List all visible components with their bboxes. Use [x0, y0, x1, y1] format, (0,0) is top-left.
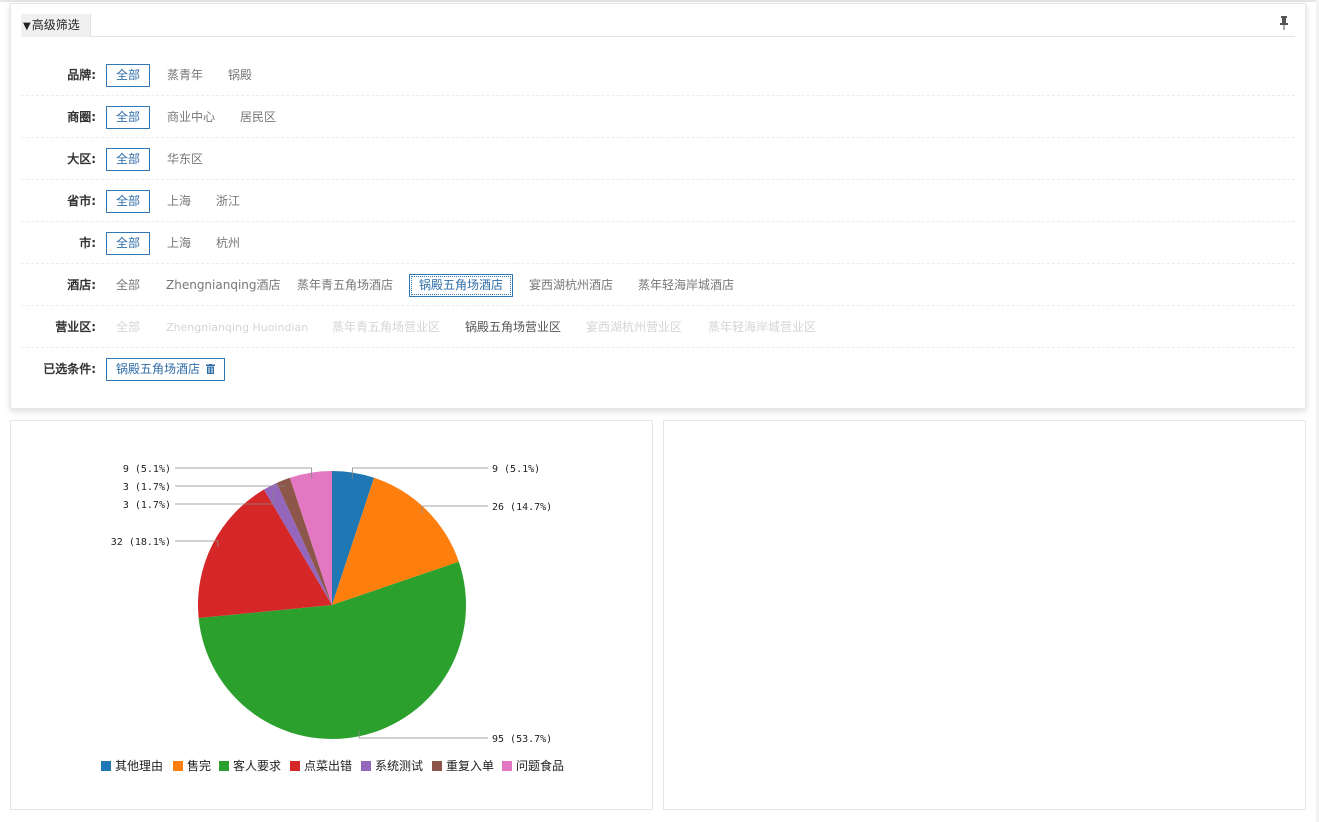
- legend-swatch: [173, 761, 183, 771]
- option[interactable]: 杭州: [206, 232, 250, 255]
- pie-chart: 9 (5.1%) 26 (14.7%) 95 (53.7%) 32 (18.1%) 3 …: [101, 464, 564, 773]
- legend-swatch: [432, 761, 442, 771]
- filter-toggle[interactable]: ▼高级筛选: [21, 14, 91, 37]
- legend-swatch: [290, 761, 300, 771]
- selected-condition-tag[interactable]: 锅殿五角场酒店: [106, 358, 226, 381]
- option[interactable]: 居民区: [230, 106, 286, 129]
- trash-icon[interactable]: [206, 364, 216, 374]
- legend-label: 重复入单: [446, 759, 494, 773]
- legend-item[interactable]: 系统测试: [361, 758, 423, 773]
- filter-row-province: 省市: 全部 上海 浙江: [21, 180, 1295, 222]
- label-leader-line: [175, 540, 219, 547]
- option-selected[interactable]: 锅殿五角场酒店: [409, 274, 514, 297]
- legend-item[interactable]: 售完: [173, 758, 211, 773]
- option: Zhengnianqing Huoindian: [166, 321, 309, 334]
- advanced-filter-panel: ▼高级筛选 品牌: 全部 蒸青年 锅殿 商圈: 全部 商业中心 居民区 大区: …: [10, 3, 1306, 409]
- option[interactable]: 上海: [157, 190, 201, 213]
- row-label: 商圈:: [67, 110, 96, 124]
- row-label: 品牌:: [67, 68, 96, 82]
- data-label: 3 (1.7%): [123, 500, 171, 511]
- option: 蒸年轻海岸城营业区: [708, 320, 817, 334]
- legend-label: 系统测试: [375, 758, 423, 773]
- filter-row-brand: 品牌: 全部 蒸青年 锅殿: [21, 54, 1295, 96]
- filter-row-region: 大区: 全部 华东区: [21, 138, 1295, 180]
- option-all[interactable]: 全部: [106, 106, 151, 129]
- legend-label: 售完: [187, 758, 211, 773]
- option[interactable]: Zhengnianqing酒店: [156, 274, 291, 297]
- option-all[interactable]: 全部: [106, 274, 150, 297]
- legend-item[interactable]: 重复入单: [432, 759, 494, 773]
- legend-item[interactable]: 点菜出错: [290, 759, 352, 773]
- option[interactable]: 商业中心: [157, 106, 225, 129]
- option[interactable]: 上海: [157, 232, 201, 255]
- label-leader-line: [175, 467, 313, 479]
- row-label: 省市:: [67, 194, 96, 208]
- filter-row-selected: 已选条件: 锅殿五角场酒店: [21, 348, 1295, 390]
- empty-chart-panel: [663, 420, 1306, 810]
- pin-icon[interactable]: [1279, 16, 1289, 30]
- option-all[interactable]: 全部: [106, 232, 151, 255]
- filter-panel-header: ▼高级筛选: [21, 14, 1295, 37]
- legend-swatch: [361, 761, 371, 771]
- option[interactable]: 蒸青年: [157, 64, 213, 87]
- filter-title: 高级筛选: [31, 18, 80, 32]
- row-label: 市:: [79, 236, 96, 250]
- option[interactable]: 宴西湖杭州酒店: [519, 274, 623, 297]
- data-label: 32 (18.1%): [111, 537, 171, 548]
- option-all[interactable]: 全部: [106, 190, 151, 213]
- row-label: 已选条件:: [43, 362, 96, 376]
- option[interactable]: 华东区: [157, 148, 213, 171]
- data-label: 95 (53.7%): [492, 734, 552, 745]
- data-label: 26 (14.7%): [492, 502, 552, 513]
- row-label: 酒店:: [67, 278, 96, 292]
- top-border: [0, 0, 1319, 2]
- row-label: 营业区:: [55, 320, 96, 334]
- legend-swatch: [502, 761, 512, 771]
- legend-item[interactable]: 其他理由: [101, 759, 163, 773]
- option-all[interactable]: 全部: [106, 64, 151, 87]
- data-label: 9 (5.1%): [492, 464, 540, 475]
- filter-row-district: 商圈: 全部 商业中心 居民区: [21, 96, 1295, 138]
- option[interactable]: 蒸年青五角场酒店: [287, 274, 403, 297]
- legend-label: 客人要求: [233, 758, 281, 773]
- legend-label: 其他理由: [115, 759, 163, 773]
- pie-chart-panel: 9 (5.1%) 26 (14.7%) 95 (53.7%) 32 (18.1%) 3 …: [10, 420, 653, 810]
- option[interactable]: 浙江: [206, 190, 250, 213]
- legend-label: 问题食品: [516, 758, 564, 773]
- legend-swatch: [101, 761, 111, 771]
- option: 蒸年青五角场营业区: [332, 320, 441, 334]
- legend-swatch: [219, 761, 229, 771]
- option[interactable]: 锅殿五角场营业区: [455, 316, 571, 339]
- legend-label: 点菜出错: [304, 759, 352, 773]
- option[interactable]: 蒸年轻海岸城酒店: [628, 274, 744, 297]
- option: 宴西湖杭州营业区: [586, 320, 683, 334]
- data-label: 9 (5.1%): [123, 464, 171, 475]
- filter-row-business-area: 营业区: 全部 Zhengnianqing Huoindian 蒸年青五角场营业…: [21, 306, 1295, 348]
- data-label: 3 (1.7%): [123, 482, 171, 493]
- legend-item[interactable]: 客人要求: [219, 758, 281, 773]
- option-all: 全部: [116, 320, 141, 334]
- filter-row-hotel: 酒店: 全部 Zhengnianqing酒店 蒸年青五角场酒店 锅殿五角场酒店 …: [21, 264, 1295, 306]
- option-all[interactable]: 全部: [106, 148, 151, 171]
- label-leader-line: [421, 505, 488, 515]
- collapse-triangle-icon: ▼: [23, 21, 31, 32]
- label-leader-line: [358, 730, 488, 739]
- label-leader-line: [351, 467, 488, 479]
- filter-row-city: 市: 全部 上海 杭州: [21, 222, 1295, 264]
- row-label: 大区:: [67, 152, 96, 166]
- tag-label: 锅殿五角场酒店: [116, 362, 201, 376]
- option[interactable]: 锅殿: [218, 64, 262, 87]
- legend-item[interactable]: 问题食品: [502, 758, 564, 773]
